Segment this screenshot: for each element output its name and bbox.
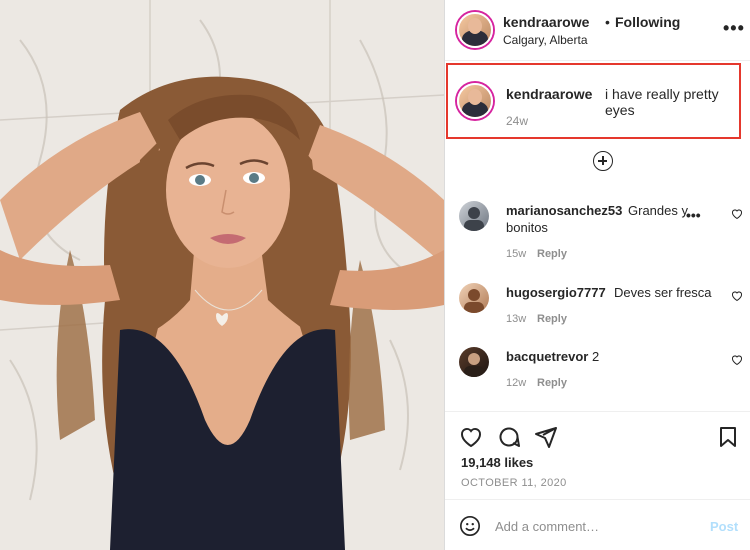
author-avatar[interactable]	[457, 12, 493, 48]
post-date[interactable]: OCTOBER 11, 2020	[461, 477, 567, 489]
heart-icon[interactable]	[459, 425, 483, 449]
post-comment-button[interactable]: Post	[710, 519, 738, 534]
comment-text: 2	[592, 349, 600, 364]
person-icon	[464, 353, 484, 377]
add-comment-input[interactable]	[495, 514, 685, 538]
comment-icon[interactable]	[497, 425, 521, 449]
comment-text: Deves ser fresca	[614, 285, 712, 300]
comment-username[interactable]: hugosergio7777	[506, 285, 606, 300]
post-header: kendraarowe • Following Calgary, Alberta…	[445, 0, 750, 61]
actions-divider	[445, 411, 750, 412]
following-button[interactable]: Following	[615, 14, 680, 30]
caption-time[interactable]: 24w	[506, 114, 528, 128]
post-photo[interactable]	[0, 0, 444, 550]
add-comment-divider	[445, 499, 750, 500]
comment-reply-button[interactable]: Reply	[537, 313, 567, 325]
send-icon[interactable]	[534, 425, 558, 449]
caption-text: i have really pretty eyes	[605, 86, 719, 118]
comment-heart-icon[interactable]	[731, 290, 743, 302]
comment-time[interactable]: 15w	[506, 248, 526, 260]
comment-reply-button[interactable]: Reply	[537, 377, 567, 389]
author-username[interactable]: kendraarowe	[503, 14, 589, 30]
post-photo-illustration	[0, 0, 444, 550]
likes-count[interactable]: 19,148 likes	[461, 455, 533, 470]
post-side-panel: kendraarowe • Following Calgary, Alberta…	[444, 0, 750, 550]
plus-circle-icon[interactable]	[593, 151, 613, 171]
comment-time[interactable]: 13w	[506, 313, 526, 325]
comment-text-continued: bonitos	[506, 220, 548, 235]
comment-reply-button[interactable]: Reply	[537, 248, 567, 260]
bookmark-icon[interactable]	[716, 425, 740, 449]
post-location[interactable]: Calgary, Alberta	[503, 33, 588, 47]
comment-heart-icon[interactable]	[731, 208, 743, 220]
caption-username[interactable]: kendraarowe	[506, 86, 592, 102]
comment-heart-icon[interactable]	[731, 354, 743, 366]
commenter-avatar[interactable]	[459, 201, 489, 231]
caption-author-avatar[interactable]	[457, 83, 493, 119]
smiley-icon[interactable]	[459, 515, 481, 537]
instagram-post-view: kendraarowe • Following Calgary, Alberta…	[0, 0, 750, 550]
person-icon	[464, 207, 484, 231]
commenter-avatar[interactable]	[459, 283, 489, 313]
follow-separator: •	[605, 14, 610, 30]
comment-username[interactable]: marianosanchez53	[506, 203, 622, 218]
comment-time[interactable]: 12w	[506, 377, 526, 389]
commenter-avatar[interactable]	[459, 347, 489, 377]
comment-username[interactable]: bacquetrevor	[506, 349, 588, 364]
more-horizontal-icon[interactable]: •••	[723, 18, 745, 39]
comment-more-icon[interactable]: •••	[686, 207, 701, 223]
comment-text: Grandes y	[628, 203, 688, 218]
person-icon	[464, 289, 484, 313]
